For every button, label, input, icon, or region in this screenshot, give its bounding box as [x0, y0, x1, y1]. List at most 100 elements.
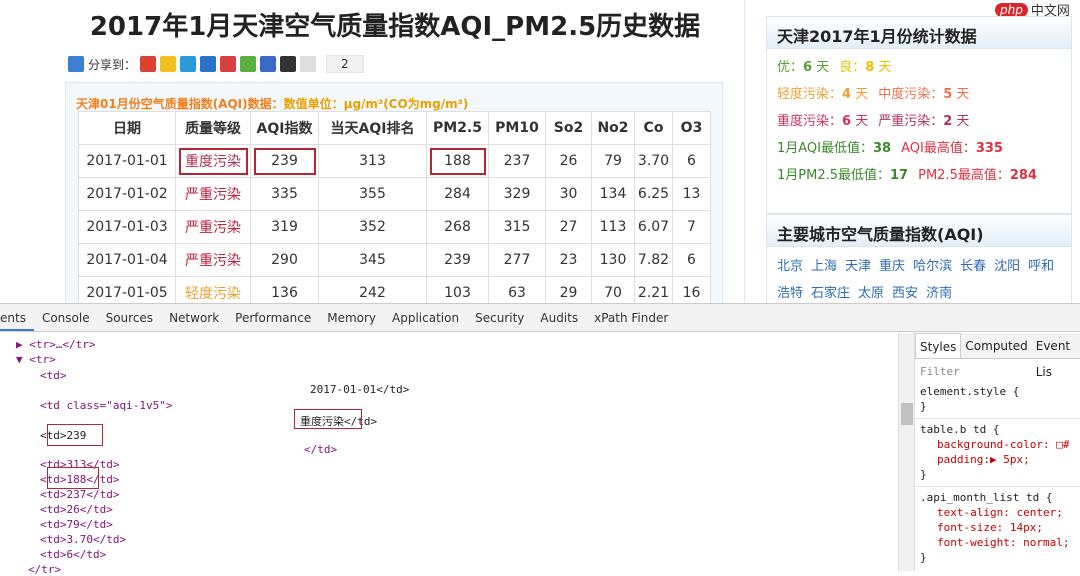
- devtools-tab[interactable]: Performance: [227, 304, 319, 331]
- dom-node[interactable]: </td>: [304, 443, 337, 456]
- dom-node[interactable]: <td>237</td>: [40, 488, 119, 501]
- devtools-tab[interactable]: Security: [467, 304, 532, 331]
- dom-node[interactable]: <td>3.70</td>: [40, 533, 126, 546]
- dom-node[interactable]: ▶ <tr>…</tr>: [16, 338, 95, 351]
- css-property[interactable]: font-size: 14px;: [915, 520, 1080, 535]
- css-rule: element.style {}: [915, 384, 1080, 414]
- stats-title: 天津2017年1月份统计数据: [767, 17, 1071, 49]
- stat-item: PM2.5最高值：284: [918, 168, 1037, 183]
- css-selector[interactable]: .api_month_list td {: [915, 490, 1080, 505]
- dom-text[interactable]: 2017-01-01</td>: [310, 383, 409, 396]
- table-cell: 239: [250, 144, 319, 178]
- devtools-tab[interactable]: Sources: [98, 304, 161, 331]
- dom-node[interactable]: <td>6</td>: [40, 548, 106, 561]
- table-cell: 轻度污染: [175, 276, 251, 303]
- devtools-tab[interactable]: Application: [384, 304, 467, 331]
- table-cell: 严重污染: [175, 177, 251, 211]
- table-cell: 134: [591, 177, 635, 211]
- table-cell: 345: [318, 243, 427, 277]
- devtools-tab[interactable]: ents: [0, 304, 34, 331]
- stat-item: 优：6 天: [777, 60, 830, 75]
- css-property[interactable]: padding:▶ 5px;: [915, 452, 1080, 467]
- elements-scrollbar[interactable]: [898, 333, 915, 571]
- dom-node[interactable]: ▼ <tr>: [16, 353, 56, 366]
- weibo-icon[interactable]: [140, 56, 157, 72]
- table-cell: 63: [488, 276, 546, 303]
- table-row: 2017-01-03 严重污染 319 352 268 315 27 113 6.07 7: [78, 210, 711, 244]
- filter-input[interactable]: Filter: [915, 364, 1080, 379]
- css-property[interactable]: text-align: center;: [915, 505, 1080, 520]
- devtools-tab[interactable]: Memory: [319, 304, 384, 331]
- stat-line: 重度污染：6 天严重污染：2 天: [767, 108, 1071, 135]
- city-link[interactable]: 重庆: [879, 259, 905, 274]
- devtools-tab[interactable]: xPath Finder: [586, 304, 676, 331]
- table-cell: 319: [250, 210, 319, 244]
- qq-icon[interactable]: [280, 56, 297, 72]
- city-link[interactable]: 济南: [926, 286, 952, 301]
- stat-value: 6: [803, 60, 813, 75]
- city-link[interactable]: 石家庄: [811, 286, 850, 301]
- table-cell: 2017-01-04: [78, 243, 176, 277]
- css-rule: table.b td {background-color: □# padding:…: [915, 418, 1080, 482]
- table-header-6: So2: [545, 111, 592, 145]
- city-link[interactable]: 哈尔滨: [913, 259, 952, 274]
- dom-node[interactable]: <td class="aqi-1v5">: [40, 399, 172, 412]
- stat-value: 4: [842, 87, 852, 102]
- share-icon-5[interactable]: [220, 56, 237, 72]
- stat-value: 8: [865, 60, 875, 75]
- city-link[interactable]: 太原: [858, 286, 884, 301]
- table-cell: 6.07: [634, 210, 673, 244]
- stat-item: 重度污染：6 天: [777, 114, 869, 129]
- share-plus-icon[interactable]: [68, 56, 84, 72]
- highlight-box: [294, 409, 362, 429]
- table-cell: 315: [488, 210, 546, 244]
- copy-icon[interactable]: [300, 56, 317, 72]
- city-link[interactable]: 天津: [845, 259, 871, 274]
- table-cell: 188: [426, 144, 489, 178]
- city-link[interactable]: 长春: [960, 259, 986, 274]
- highlight-box: [47, 467, 99, 489]
- table-cell: 237: [488, 144, 546, 178]
- table-header-8: Co: [634, 111, 673, 145]
- dom-node[interactable]: <td>79</td>: [40, 518, 113, 531]
- cities-title: 主要城市空气质量指数(AQI): [767, 215, 1071, 247]
- share-count: 2: [326, 55, 364, 73]
- table-cell: 70: [591, 276, 635, 303]
- dom-node[interactable]: <td>26</td>: [40, 503, 113, 516]
- stat-item: AQI最高值：335: [901, 141, 1003, 156]
- devtools-tab[interactable]: Audits: [532, 304, 586, 331]
- stat-value: 17: [890, 168, 909, 183]
- city-link[interactable]: 北京: [777, 259, 803, 274]
- table-cell: 352: [318, 210, 427, 244]
- css-selector[interactable]: table.b td {: [915, 422, 1080, 437]
- city-link[interactable]: 沈阳: [994, 259, 1020, 274]
- table-cell: 严重污染: [175, 210, 251, 244]
- table-cell: 113: [591, 210, 635, 244]
- scrollbar-thumb[interactable]: [901, 403, 913, 425]
- table-cell: 7: [672, 210, 711, 244]
- qzone-icon[interactable]: [160, 56, 177, 72]
- main-content: 2017年1月天津空气质量指数AQI_PM2.5历史数据 分享到： 2 天津01…: [0, 0, 745, 303]
- table-cell: 30: [545, 177, 592, 211]
- styles-tab[interactable]: Styles: [915, 333, 962, 358]
- tencent-weibo-icon[interactable]: [180, 56, 197, 72]
- city-link[interactable]: 上海: [811, 259, 837, 274]
- css-selector[interactable]: element.style {: [915, 384, 1080, 399]
- city-link[interactable]: 西安: [892, 286, 918, 301]
- table-cell: 27: [545, 210, 592, 244]
- styles-tab[interactable]: Computed: [961, 333, 1031, 358]
- css-property[interactable]: font-weight: normal;: [915, 535, 1080, 550]
- dom-node[interactable]: <td>: [40, 369, 67, 382]
- styles-tab[interactable]: Event Lis: [1032, 333, 1080, 379]
- share-icon-6[interactable]: [240, 56, 257, 72]
- css-property[interactable]: background-color: □#: [915, 437, 1080, 452]
- share-icon-7[interactable]: [260, 56, 277, 72]
- web-page: 2017年1月天津空气质量指数AQI_PM2.5历史数据 分享到： 2 天津01…: [0, 0, 1080, 303]
- stat-line: 轻度污染：4 天中度污染：5 天: [767, 81, 1071, 108]
- devtools-tab[interactable]: Network: [161, 304, 227, 331]
- table-cell: 2017-01-02: [78, 177, 176, 211]
- devtools-tab[interactable]: Console: [34, 304, 98, 331]
- renren-icon[interactable]: [200, 56, 217, 72]
- aqi-table: 日期 质量等级 AQI指数 当天AQI排名 PM2.5 PM10 So2 No2 Co O3 20…: [78, 111, 711, 303]
- table-cell: 2017-01-01: [78, 144, 176, 178]
